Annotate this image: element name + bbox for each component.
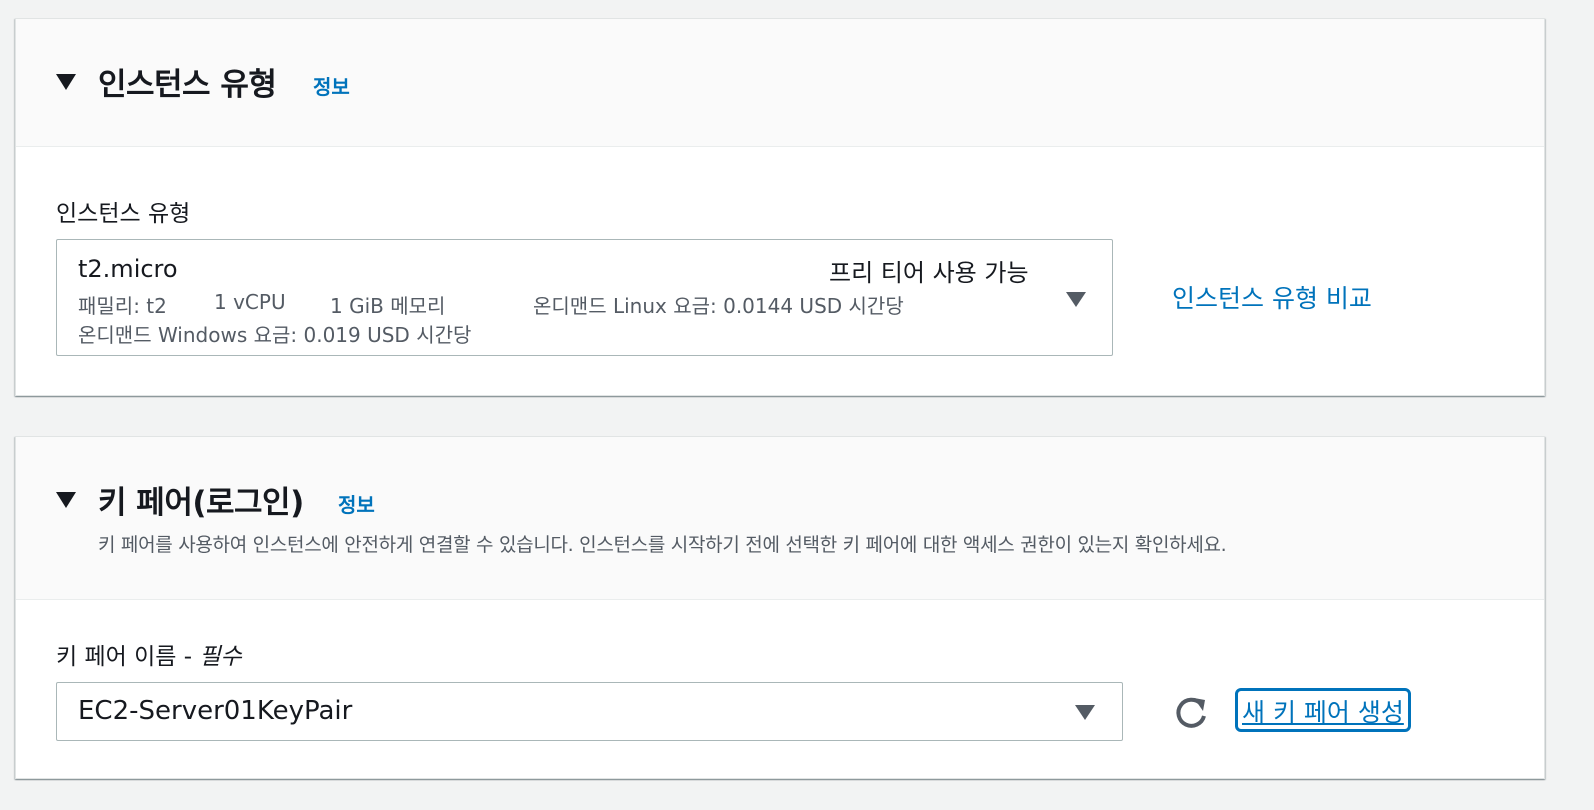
key-pair-select[interactable]: EC2-Server01KeyPair — [56, 682, 1123, 741]
instance-type-select[interactable]: t2.micro 프리 티어 사용 가능 패밀리: t2 1 vCPU 1 Gi… — [56, 239, 1113, 356]
free-tier-badge: 프리 티어 사용 가능 — [829, 259, 1029, 287]
compare-instance-types-link[interactable]: 인스턴스 유형 비교 — [1172, 279, 1372, 315]
windows-price: 온디맨드 Windows 요금: 0.019 USD 시간당 — [78, 323, 472, 347]
key-pair-name-label: 키 페어 이름 - 필수 — [56, 637, 242, 671]
instance-type-title: 인스턴스 유형 — [98, 67, 277, 103]
instance-type-header: 인스턴스 유형 정보 — [16, 19, 1544, 147]
instance-vcpu: 1 vCPU — [214, 290, 286, 314]
refresh-icon[interactable] — [1170, 692, 1212, 734]
required-indicator: 필수 — [199, 644, 242, 670]
caret-down-icon[interactable] — [56, 492, 76, 508]
chevron-down-icon — [1075, 705, 1095, 720]
chevron-down-icon — [1066, 292, 1086, 307]
create-key-pair-link[interactable]: 새 키 페어 생성 — [1235, 688, 1411, 732]
key-pair-panel: 키 페어(로그인) 정보 키 페어를 사용하여 인스턴스에 안전하게 연결할 수… — [15, 436, 1545, 779]
key-pair-info-link[interactable]: 정보 — [338, 489, 375, 518]
instance-type-name: t2.micro — [78, 255, 178, 283]
key-pair-header: 키 페어(로그인) 정보 키 페어를 사용하여 인스턴스에 안전하게 연결할 수… — [16, 437, 1544, 600]
key-pair-selected-value: EC2-Server01KeyPair — [78, 696, 353, 726]
key-pair-description: 키 페어를 사용하여 인스턴스에 안전하게 연결할 수 있습니다. 인스턴스를 … — [98, 534, 1227, 556]
caret-down-icon[interactable] — [56, 74, 76, 90]
instance-family: 패밀리: t2 — [78, 294, 167, 318]
instance-memory: 1 GiB 메모리 — [330, 294, 446, 318]
key-pair-title: 키 페어(로그인) — [98, 485, 304, 521]
key-pair-name-label-text: 키 페어 이름 - — [56, 644, 200, 670]
instance-type-panel: 인스턴스 유형 정보 인스턴스 유형 t2.micro 프리 티어 사용 가능 … — [15, 18, 1545, 396]
linux-price: 온디맨드 Linux 요금: 0.0144 USD 시간당 — [533, 294, 904, 318]
instance-type-info-link[interactable]: 정보 — [313, 71, 350, 100]
instance-type-field-label: 인스턴스 유형 — [56, 201, 191, 227]
